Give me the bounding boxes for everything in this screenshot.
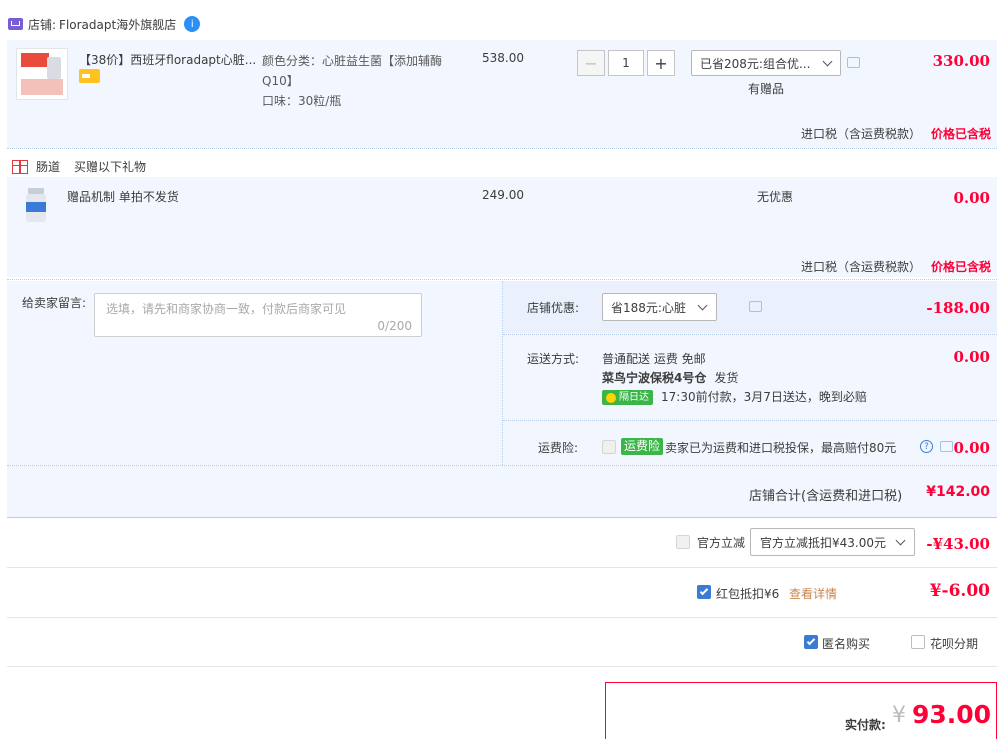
insurance-value: 0.00 bbox=[953, 439, 990, 457]
gift-section-title: 肠道 bbox=[36, 160, 61, 174]
gift-thumbnail[interactable] bbox=[24, 188, 48, 224]
redpacket-details-link[interactable]: 查看详情 bbox=[789, 585, 837, 602]
payable-label: 实付款: bbox=[845, 718, 886, 732]
item-taste: 口味：30粒/瓶 bbox=[262, 94, 342, 108]
item-gift-note: 有赠品 bbox=[748, 82, 785, 96]
shop-discount-message-icon[interactable] bbox=[748, 301, 762, 312]
payable-amount: 93.00 bbox=[912, 700, 992, 729]
shop-total-value: ¥142.00 bbox=[926, 484, 990, 500]
redpacket-checkbox[interactable] bbox=[697, 585, 711, 599]
item-card-icon bbox=[79, 69, 100, 83]
divider bbox=[7, 666, 997, 667]
shop-discount-value: -188.00 bbox=[926, 299, 990, 317]
huabei-checkbox[interactable] bbox=[911, 635, 925, 649]
qty-minus-button[interactable]: − bbox=[577, 50, 605, 76]
insurance-text: 卖家已为运费和进口税投保，最高赔付80元 bbox=[665, 441, 897, 455]
item-tax-label: 进口税（含运费税款） bbox=[801, 127, 922, 141]
gift-tax-value: 价格已含税 bbox=[931, 260, 992, 274]
shop-verified-icon: i bbox=[184, 16, 201, 32]
official-discount-value: -¥43.00 bbox=[926, 535, 990, 553]
official-discount-checkbox[interactable] bbox=[676, 535, 690, 549]
insurance-label: 运费险: bbox=[538, 441, 579, 455]
redpacket-label: 红包抵扣¥6 bbox=[716, 587, 780, 601]
gift-item-name[interactable]: 赠品机制 单拍不发货 bbox=[67, 188, 179, 205]
next-day-badge: 隔日达 bbox=[602, 390, 653, 405]
payable-currency: ¥ bbox=[892, 703, 906, 728]
item-title[interactable]: 【38价】西班牙floradapt心脏... bbox=[79, 51, 259, 68]
quantity-stepper: − 1 + bbox=[577, 50, 675, 76]
qty-input[interactable]: 1 bbox=[608, 50, 644, 76]
shop-label-prefix: 店铺: bbox=[28, 17, 57, 32]
divider bbox=[7, 148, 997, 149]
lightning-icon bbox=[606, 392, 616, 403]
shop-total-label: 店铺合计(含运费和进口税) bbox=[749, 489, 903, 504]
shop-icon bbox=[8, 18, 23, 30]
divider bbox=[503, 420, 997, 421]
gift-unit-price: 249.00 bbox=[482, 188, 524, 202]
gift-header: 肠道 买赠以下礼物 bbox=[12, 158, 146, 175]
official-discount-label: 官方立减 bbox=[697, 536, 746, 550]
item-promo-select[interactable]: 已省208元:组合优... bbox=[691, 50, 841, 76]
gift-icon bbox=[12, 159, 28, 174]
promo-message-icon[interactable] bbox=[847, 57, 860, 68]
payable-box: 实付款: ¥ 93.00 bbox=[605, 682, 997, 739]
shipping-promise: 17:30前付款，3月7日送达，晚到必赔 bbox=[661, 390, 867, 404]
item-unit-price: 538.00 bbox=[482, 51, 524, 65]
message-input[interactable]: 选填，请先和商家协商一致，付款后商家可见 0/200 bbox=[94, 293, 422, 337]
anonymous-checkbox[interactable] bbox=[804, 635, 818, 649]
shipping-label: 运送方式: bbox=[527, 352, 580, 366]
item-thumbnail[interactable] bbox=[16, 48, 68, 100]
divider bbox=[503, 334, 997, 335]
shipping-dispatch-word: 发货 bbox=[714, 371, 739, 385]
divider bbox=[7, 617, 997, 618]
item-tax-value: 价格已含税 bbox=[931, 127, 992, 141]
item-sku: 颜色分类：心脏益生菌【添加辅酶 Q10】 口味：30粒/瓶 bbox=[262, 51, 442, 111]
gift-subtotal: 0.00 bbox=[953, 189, 990, 207]
shop-header: 店铺: Floradapt海外旗舰店 i bbox=[8, 14, 201, 34]
shop-discount-select[interactable]: 省188元:心脏 bbox=[602, 293, 717, 321]
shipping-line1: 普通配送 运费 免邮 bbox=[602, 352, 706, 366]
divider bbox=[7, 279, 997, 280]
redpacket-value: ¥-6.00 bbox=[929, 581, 990, 601]
insurance-badge: 运费险 bbox=[621, 438, 664, 455]
qty-plus-button[interactable]: + bbox=[647, 50, 675, 76]
chevron-down-icon bbox=[697, 300, 708, 311]
message-placeholder: 选填，请先和商家协商一致，付款后商家可见 bbox=[106, 302, 347, 316]
gift-tax-label: 进口税（含运费税款） bbox=[801, 260, 922, 274]
message-label: 给卖家留言: bbox=[22, 296, 87, 310]
divider bbox=[7, 465, 997, 466]
item-subtotal: 330.00 bbox=[932, 52, 990, 70]
shop-name[interactable]: Floradapt海外旗舰店 bbox=[59, 16, 176, 33]
next-day-badge-text: 隔日达 bbox=[619, 392, 649, 403]
divider bbox=[7, 567, 997, 568]
anonymous-label: 匿名购买 bbox=[822, 637, 871, 651]
item-sku-line2: Q10】 bbox=[262, 74, 299, 88]
shipping-warehouse: 菜鸟宁波保税4号仓 bbox=[602, 371, 707, 385]
shop-discount-select-value: 省188元:心脏 bbox=[611, 300, 686, 315]
message-counter: 0/200 bbox=[377, 319, 412, 333]
shipping-details: 普通配送 运费 免邮 菜鸟宁波保税4号仓 发货 隔日达 17:30前付款，3月7日… bbox=[602, 350, 867, 407]
divider bbox=[7, 517, 997, 518]
official-discount-select-value: 官方立减抵扣¥43.00元 bbox=[760, 535, 886, 550]
gift-section-subtitle: 买赠以下礼物 bbox=[74, 160, 147, 174]
item-promo-select-value: 已省208元:组合优... bbox=[700, 56, 811, 71]
huabei-label: 花呗分期 bbox=[930, 637, 979, 651]
item-sku-line1: 颜色分类：心脏益生菌【添加辅酶 bbox=[262, 54, 443, 68]
insurance-checkbox[interactable] bbox=[602, 440, 616, 454]
gift-discount: 无优惠 bbox=[757, 190, 794, 204]
chevron-down-icon bbox=[822, 56, 833, 67]
shipping-value: 0.00 bbox=[953, 348, 990, 366]
shop-discount-label: 店铺优惠: bbox=[527, 301, 580, 315]
